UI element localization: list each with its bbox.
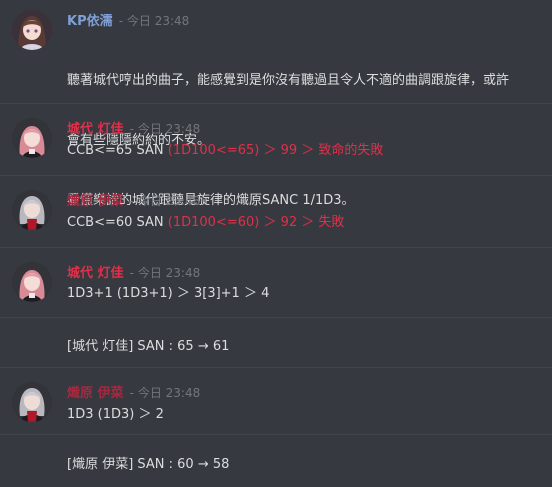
message-shirodai-2: 城代 灯佳 - 今日 23:48 1D3+1 (1D3+1) ＞ 3[3]+1 … <box>0 248 552 318</box>
message-shihara-2: 熾原 伊菜 - 今日 23:48 1D3 (1D3) ＞ 2 <box>0 368 552 435</box>
timestamp: - 今日 23:48 <box>129 194 201 208</box>
author-name[interactable]: 熾原 伊菜 <box>67 194 124 209</box>
avatar[interactable] <box>12 118 52 158</box>
message-text: 1D3 (1D3) ＞ 2 <box>67 407 164 422</box>
message-line: 聽著城代哼出的曲子，能感覺到是你沒有聽過且令人不適的曲調跟旋律，或許 <box>67 73 510 88</box>
roll-result: (1D100<=60) ＞ 92 ＞ 失敗 <box>167 215 345 230</box>
message-text: 1D3+1 (1D3+1) ＞ 3[3]+1 ＞ 4 <box>67 286 270 301</box>
system-message: [城代 灯佳] SAN : 65 → 61 <box>0 318 552 368</box>
message-shihara-1: 熾原 伊菜 - 今日 23:48 CCB<=60 SAN (1D100<=60)… <box>0 176 552 248</box>
system-message: [熾原 伊菜] SAN : 60 → 58 <box>0 435 552 487</box>
message-shirodai-1: 城代 灯佳 - 今日 23:48 CCB<=65 SAN (1D100<=65)… <box>0 104 552 176</box>
chat-log: KP依濡 - 今日 23:48 聽著城代哼出的曲子，能感覺到是你沒有聽過且令人不… <box>0 0 552 487</box>
message-text: CCB<=65 SAN (1D100<=65) ＞ 99 ＞ 致命的失敗 <box>67 141 383 161</box>
system-text: [城代 灯佳] SAN : 65 → 61 <box>67 339 230 354</box>
author-name[interactable]: 城代 灯佳 <box>67 266 124 281</box>
roll-command: CCB<=60 SAN <box>67 215 168 230</box>
timestamp: - 今日 23:48 <box>129 266 201 280</box>
timestamp: - 今日 23:48 <box>129 386 201 400</box>
author-name[interactable]: 城代 灯佳 <box>67 122 124 137</box>
avatar[interactable] <box>12 382 52 422</box>
avatar[interactable] <box>12 190 52 230</box>
author-name[interactable]: 熾原 伊菜 <box>67 386 124 401</box>
avatar[interactable] <box>12 262 52 302</box>
author-name[interactable]: KP依濡 <box>67 14 113 29</box>
message-kp: KP依濡 - 今日 23:48 聽著城代哼出的曲子，能感覺到是你沒有聽過且令人不… <box>0 0 552 208</box>
roll-command: CCB<=65 SAN <box>67 143 168 158</box>
avatar[interactable] <box>12 10 52 50</box>
timestamp: - 今日 23:48 <box>129 122 201 136</box>
message-text: CCB<=60 SAN (1D100<=60) ＞ 92 ＞ 失敗 <box>67 213 344 233</box>
system-text: [熾原 伊菜] SAN : 60 → 58 <box>67 457 230 472</box>
timestamp: - 今日 23:48 <box>118 14 190 28</box>
roll-result: (1D100<=65) ＞ 99 ＞ 致命的失敗 <box>167 143 384 158</box>
